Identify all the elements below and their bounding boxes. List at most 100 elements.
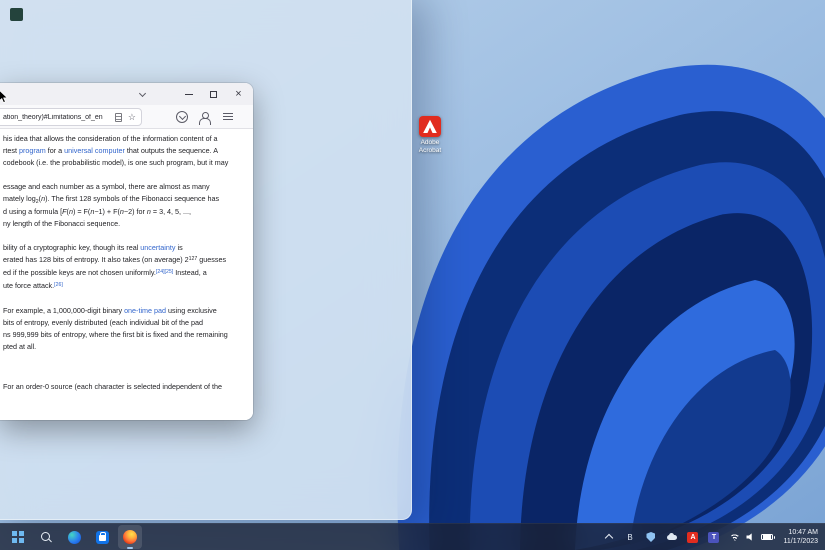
article-line: rtest program for a universal computer t… [3, 145, 247, 157]
article-line: essage and each number as a symbol, ther… [3, 181, 247, 193]
chevron-up-tray-icon[interactable] [603, 532, 614, 543]
close-button[interactable]: × [226, 83, 251, 105]
mouse-cursor [0, 90, 10, 105]
article-line: codebook (i.e. the probabilistic model),… [3, 157, 247, 169]
article-text-span: ny length of the Fibonacci sequence. [3, 219, 120, 228]
article-line: ute force attack.[26] [3, 280, 247, 293]
url-text[interactable]: ation_theory)#Limitations_of_en [3, 114, 115, 121]
article-text-span: = 3, 4, 5, ..., [151, 207, 191, 216]
article-line: bility of a cryptographic key, though it… [3, 242, 247, 254]
reference-link[interactable]: [24][25] [156, 269, 173, 275]
article-text-span: rtest [3, 146, 19, 155]
desktop-icon-adobe-acrobat[interactable]: Adobe Acrobat [404, 116, 456, 154]
browser-titlebar[interactable]: × [0, 83, 253, 105]
article-link[interactable]: universal computer [64, 146, 125, 155]
reference-link[interactable]: [26] [54, 282, 63, 288]
firefox-icon [123, 530, 137, 544]
status-icons[interactable] [729, 533, 773, 541]
article-text-span: essage and each number as a symbol, ther… [3, 182, 210, 191]
article-line: his idea that allows the consideration o… [3, 133, 247, 145]
teams-tray-icon[interactable]: T [708, 532, 719, 543]
article-text-span: bility of a cryptographic key, though it… [3, 243, 140, 252]
article-text-span: erated has 128 bits of entropy. It also … [3, 255, 189, 264]
article-line: For example, a 1,000,000-digit binary on… [3, 305, 247, 317]
start-icon [12, 531, 24, 543]
article-text-span: using exclusive [166, 306, 217, 315]
window-controls: × [176, 83, 251, 105]
article-link[interactable]: uncertainty [140, 243, 175, 252]
article-line: pted at all. [3, 341, 247, 353]
acrobat-tray-icon[interactable]: A [687, 532, 698, 543]
article-text-span: codebook (i.e. the probabilistic model),… [3, 158, 228, 167]
article-text-span: For an order-0 source (each character is… [3, 382, 222, 391]
account-icon[interactable] [198, 111, 210, 123]
taskbar: B AT 10:47 AM 11/17/2023 [0, 523, 825, 550]
volume-icon [746, 533, 755, 541]
battery-icon [761, 534, 773, 541]
article-text-span: For example, a 1,000,000-digit binary [3, 306, 124, 315]
system-tray: B AT [603, 532, 719, 543]
reader-mode-icon[interactable] [115, 113, 122, 122]
minimize-icon [185, 94, 193, 95]
article-line: mately log2(n). The first 128 symbols of… [3, 193, 247, 206]
browser-window: × ation_theory)#Limitations_of_en ☆ his … [0, 83, 253, 420]
article-text-span: pted at all. [3, 342, 36, 351]
wifi-icon [729, 533, 740, 541]
desktop-icon-label: Adobe Acrobat [419, 139, 441, 154]
minimize-button[interactable] [176, 83, 201, 105]
browser-toolbar: ation_theory)#Limitations_of_en ☆ [0, 105, 253, 129]
pocket-icon[interactable] [176, 111, 188, 123]
article-text-span: d using a formula [ [3, 207, 62, 216]
article-text-span: for a [46, 146, 64, 155]
article-text-span: ed if the possible keys are not chosen u… [3, 268, 156, 277]
article-text-span: 127 [189, 256, 198, 262]
onedrive-tray-icon[interactable] [666, 532, 677, 543]
article-text-span: bits of entropy, evenly distributed (eac… [3, 318, 203, 327]
taskbar-search-button[interactable] [34, 525, 58, 549]
article-line: erated has 128 bits of entropy. It also … [3, 254, 247, 267]
article-text-span: 2 [36, 199, 39, 205]
taskbar-apps [6, 525, 142, 549]
article-line: d using a formula [F(n) = F(n−1) + F(n−2… [3, 206, 247, 218]
article-text-span: −2) for [124, 207, 147, 216]
bookmark-star-icon[interactable]: ☆ [128, 112, 136, 123]
article-text-span: Instead, a [173, 268, 207, 277]
article-text-span: that outputs the sequence. A [125, 146, 218, 155]
article-line: ny length of the Fibonacci sequence. [3, 218, 247, 230]
desktop: Adobe Acrobat × ation_theory)#Limitation… [0, 0, 825, 550]
taskbar-start-button[interactable] [6, 525, 30, 549]
maximize-icon [210, 91, 217, 98]
search-icon [40, 531, 53, 544]
taskbar-store-button[interactable] [90, 525, 114, 549]
article-text-span: guesses [197, 255, 226, 264]
article-text-span: mately log [3, 194, 36, 203]
taskbar-right: B AT 10:47 AM 11/17/2023 [603, 528, 820, 546]
edge-icon [68, 531, 81, 544]
article-line: ns 999,999 bits of entropy, where the fi… [3, 329, 247, 341]
article-text-span: is [175, 243, 182, 252]
article-text-span: ) = F( [73, 207, 90, 216]
taskbar-edge-button[interactable] [62, 525, 86, 549]
article-link[interactable]: one-time pad [124, 306, 166, 315]
article-text: his idea that allows the consideration o… [0, 129, 253, 420]
article-text-span: ute force attack. [3, 281, 54, 290]
taskbar-firefox-button[interactable] [118, 525, 142, 549]
clock-date: 11/17/2023 [783, 537, 818, 546]
list-tabs-chevron-icon[interactable] [139, 90, 146, 97]
bluetooth-tray-icon[interactable]: B [624, 532, 635, 543]
article-text-span: −1) + F( [94, 207, 120, 216]
clock-time: 10:47 AM [783, 528, 818, 537]
shield-tray-icon[interactable] [645, 532, 656, 543]
app-corner-icon [10, 8, 23, 21]
article-link[interactable]: program [19, 146, 46, 155]
acrobat-icon [419, 116, 441, 137]
article-text-span: ns 999,999 bits of entropy, where the fi… [3, 330, 228, 339]
article-line: For an order-0 source (each character is… [3, 381, 247, 393]
article-line: bits of entropy, evenly distributed (eac… [3, 317, 247, 329]
menu-icon[interactable] [222, 111, 234, 123]
article-text-span: ). The first 128 symbols of the Fibonacc… [45, 194, 219, 203]
maximize-button[interactable] [201, 83, 226, 105]
url-bar[interactable]: ation_theory)#Limitations_of_en ☆ [0, 108, 142, 126]
article-text-span: his idea that allows the consideration o… [3, 134, 218, 143]
taskbar-clock[interactable]: 10:47 AM 11/17/2023 [783, 528, 818, 546]
